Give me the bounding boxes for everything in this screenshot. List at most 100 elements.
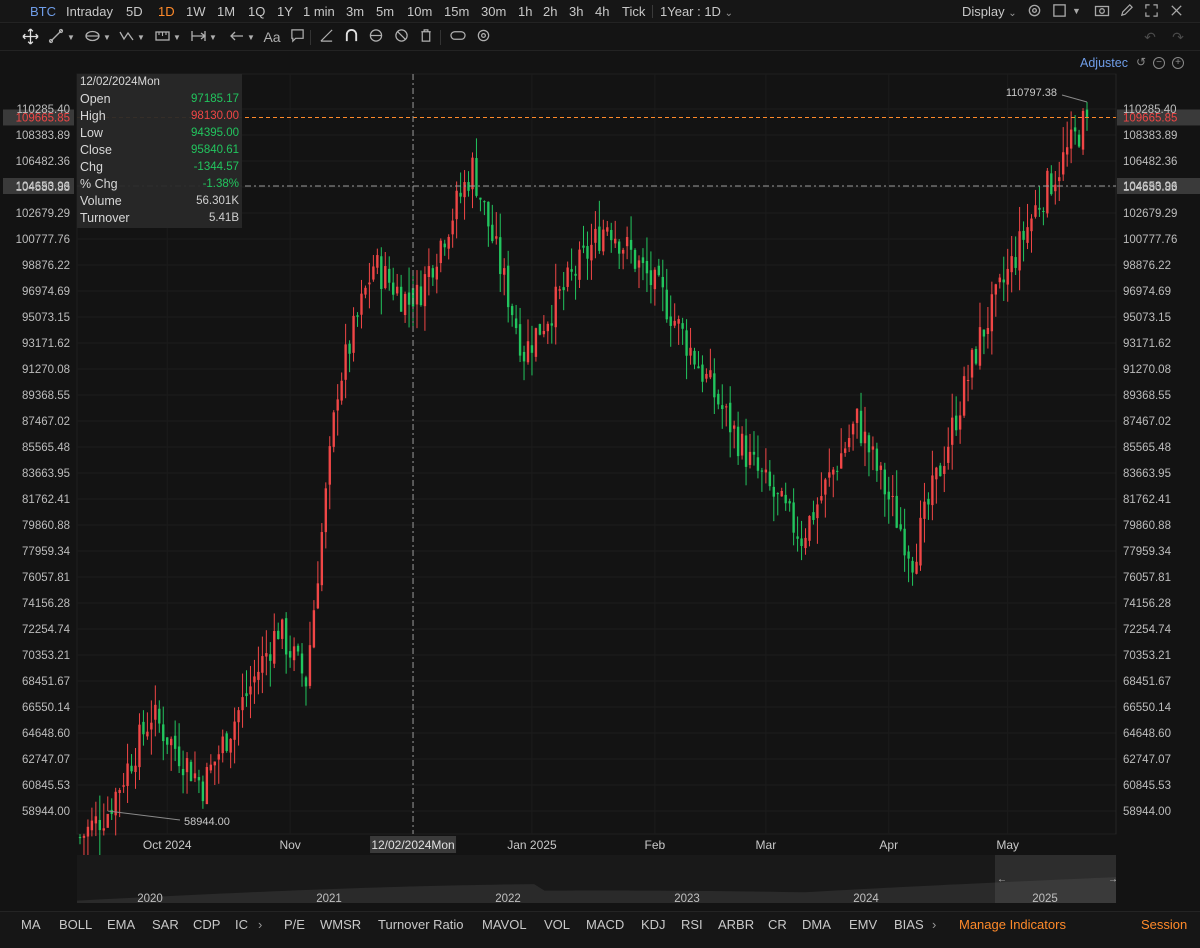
settings-icon[interactable] xyxy=(473,28,493,47)
tab-10m[interactable]: 10m xyxy=(407,4,432,19)
manage-indicators-button[interactable]: Manage Indicators xyxy=(959,917,1066,932)
chevron-down-icon[interactable]: ▼ xyxy=(172,28,182,47)
candle-body xyxy=(554,286,557,328)
reset-icon[interactable]: ↺ xyxy=(1136,55,1146,69)
range-icon[interactable] xyxy=(188,28,208,47)
indicator-cdp[interactable]: CDP xyxy=(193,917,220,932)
indicator-kdj[interactable]: KDJ xyxy=(641,917,666,932)
tab-5m[interactable]: 5m xyxy=(376,4,394,19)
candle-body xyxy=(142,721,145,735)
tab-2h[interactable]: 2h xyxy=(543,4,557,19)
y-tick-label-left: 83663.95 xyxy=(22,468,70,480)
hide-icon[interactable] xyxy=(391,28,411,47)
symbol-label[interactable]: BTC xyxy=(30,4,56,19)
ruler-icon[interactable] xyxy=(316,28,336,47)
tab-1w[interactable]: 1W xyxy=(186,4,206,19)
zoom-out-icon[interactable]: − xyxy=(1153,57,1165,69)
tab-5d[interactable]: 5D xyxy=(126,4,143,19)
tab-intraday[interactable]: Intraday xyxy=(66,4,113,19)
info-row-high: High 98130.00 xyxy=(80,109,239,126)
chevron-down-icon[interactable]: ▼ xyxy=(66,28,76,47)
toggle-icon[interactable] xyxy=(447,28,469,47)
camera-icon[interactable] xyxy=(1093,3,1110,20)
adjusted-label[interactable]: Adjustec xyxy=(1080,56,1128,70)
indicator-emv[interactable]: EMV xyxy=(849,917,877,932)
eye-icon[interactable] xyxy=(366,28,386,47)
y-tick-label-left: 104580.83 xyxy=(16,182,70,194)
tab-1m[interactable]: 1M xyxy=(217,4,235,19)
arrow-left-icon[interactable] xyxy=(226,28,246,47)
y-tick-label-left: 81762.41 xyxy=(22,494,70,506)
tab-tick[interactable]: Tick xyxy=(622,4,645,19)
indicator-bias[interactable]: BIAS xyxy=(894,917,924,932)
fibonacci-icon[interactable] xyxy=(82,28,102,47)
candle-body xyxy=(471,157,474,190)
chevron-down-icon: ⌄ xyxy=(724,8,733,19)
indicator-ma[interactable]: MA xyxy=(21,917,41,932)
settings-icon[interactable] xyxy=(1026,3,1043,20)
measure-icon[interactable] xyxy=(152,28,172,47)
indicator-sar[interactable]: SAR xyxy=(152,917,179,932)
redo-icon[interactable]: ↷ xyxy=(1168,28,1188,47)
magnet-icon[interactable] xyxy=(341,28,361,47)
chevron-right-icon[interactable]: › xyxy=(258,917,262,932)
tab-30m[interactable]: 30m xyxy=(481,4,506,19)
zoom-in-icon[interactable]: + xyxy=(1172,57,1184,69)
indicator-bar: MA BOLL EMA SAR CDP IC › P/E WMSR Turnov… xyxy=(0,911,1200,948)
candle-body xyxy=(935,467,938,480)
candle-body xyxy=(542,330,546,335)
trash-icon[interactable] xyxy=(416,28,436,47)
chevron-down-icon[interactable]: ▼ xyxy=(102,28,112,47)
tab-1d[interactable]: 1D xyxy=(158,4,175,19)
indicator-vol[interactable]: VOL xyxy=(544,917,570,932)
indicator-wmsr[interactable]: WMSR xyxy=(320,917,361,932)
display-menu[interactable]: Display ⌄ xyxy=(962,4,1017,19)
chevron-down-icon[interactable]: ▼ xyxy=(246,28,256,47)
candle-body xyxy=(728,402,732,433)
indicator-boll[interactable]: BOLL xyxy=(59,917,92,932)
candle-body xyxy=(689,347,692,356)
indicator-ema[interactable]: EMA xyxy=(107,917,135,932)
candle-body xyxy=(90,820,94,831)
y-tick-label-right: 100777.76 xyxy=(1123,234,1177,246)
fullscreen-icon[interactable] xyxy=(1143,3,1160,20)
pattern-icon[interactable] xyxy=(116,28,136,47)
layout-icon[interactable] xyxy=(1051,3,1068,20)
indicator-dma[interactable]: DMA xyxy=(802,917,831,932)
tab-15m[interactable]: 15m xyxy=(444,4,469,19)
indicator-arbr[interactable]: ARBR xyxy=(718,917,754,932)
indicator-ic[interactable]: IC xyxy=(235,917,248,932)
info-label: % Chg xyxy=(80,177,118,191)
indicator-rsi[interactable]: RSI xyxy=(681,917,703,932)
undo-icon[interactable]: ↶ xyxy=(1140,28,1160,47)
candle-body xyxy=(764,469,768,473)
candle-body xyxy=(808,515,811,541)
indicator-macd[interactable]: MACD xyxy=(586,917,624,932)
candle-body xyxy=(915,561,918,574)
chevron-right-icon[interactable]: › xyxy=(932,917,936,932)
session-button[interactable]: Session xyxy=(1141,917,1187,932)
tab-1q[interactable]: 1Q xyxy=(248,4,265,19)
candle-body xyxy=(288,651,292,658)
tab-3h[interactable]: 3h xyxy=(569,4,583,19)
tab-1min[interactable]: 1 min xyxy=(303,4,335,19)
tab-3m[interactable]: 3m xyxy=(346,4,364,19)
chevron-down-icon[interactable]: ▼ xyxy=(1068,3,1085,20)
candle-body xyxy=(518,324,522,356)
indicator-cr[interactable]: CR xyxy=(768,917,787,932)
indicator-pe[interactable]: P/E xyxy=(284,917,305,932)
trendline-icon[interactable] xyxy=(46,28,66,47)
close-icon[interactable] xyxy=(1168,3,1185,20)
tab-1y[interactable]: 1Y xyxy=(277,4,293,19)
indicator-turnover-ratio[interactable]: Turnover Ratio xyxy=(378,917,464,932)
indicator-mavol[interactable]: MAVOL xyxy=(482,917,527,932)
range-selector[interactable]: 1Year : 1D ⌄ xyxy=(660,4,733,19)
chevron-down-icon[interactable]: ▼ xyxy=(136,28,146,47)
tab-1h[interactable]: 1h xyxy=(518,4,532,19)
chevron-down-icon[interactable]: ▼ xyxy=(208,28,218,47)
pencil-icon[interactable] xyxy=(1118,3,1135,20)
text-icon[interactable]: Aa xyxy=(262,28,282,47)
note-icon[interactable] xyxy=(287,28,307,47)
crosshair-move-icon[interactable] xyxy=(20,28,40,47)
tab-4h[interactable]: 4h xyxy=(595,4,609,19)
